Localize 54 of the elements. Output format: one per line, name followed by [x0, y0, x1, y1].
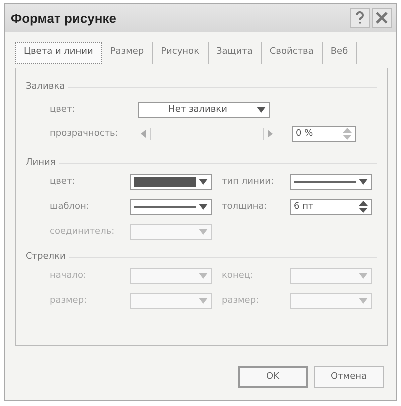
- weight-spinner[interactable]: 6 пт: [290, 199, 372, 215]
- caret-icon: [199, 179, 208, 185]
- dropdown[interactable]: [130, 268, 212, 284]
- tab[interactable]: Размер: [102, 42, 154, 64]
- field-label: шаблон:: [50, 202, 90, 212]
- tab[interactable]: Веб: [322, 42, 358, 64]
- section-title: Линия: [26, 158, 56, 168]
- tab[interactable]: Рисунок: [153, 42, 209, 64]
- field-label: цвет:: [50, 177, 76, 187]
- tab[interactable]: Защита: [208, 42, 262, 64]
- field-label: цвет:: [50, 105, 76, 115]
- transparency-spinner[interactable]: 0 %: [292, 126, 356, 142]
- cancel-button[interactable]: Отмена: [314, 366, 384, 388]
- color-dropdown[interactable]: [130, 174, 212, 190]
- caret-icon: [199, 298, 208, 304]
- arrow-right-icon: [267, 130, 273, 138]
- dropdown[interactable]: [130, 224, 212, 240]
- caret-icon: [257, 107, 266, 113]
- dropdown[interactable]: [290, 268, 372, 284]
- close-button[interactable]: [372, 8, 392, 28]
- fill-color-dropdown[interactable]: Нет заливки: [138, 102, 270, 118]
- section-title: Стрелки: [26, 252, 66, 262]
- field-label: тип линии:: [222, 177, 276, 187]
- help-button[interactable]: [350, 8, 370, 28]
- caret-icon: [359, 298, 368, 304]
- field-label: конец:: [222, 271, 255, 281]
- field-label: прозрачность:: [50, 129, 120, 139]
- line-style-dropdown[interactable]: [290, 174, 372, 190]
- caret-icon: [359, 273, 368, 279]
- window-title: Формат рисунке: [11, 10, 116, 26]
- section-title: Заливка: [26, 82, 66, 92]
- field-label: размер:: [50, 296, 88, 306]
- tab[interactable]: Цвета и линии: [15, 42, 102, 64]
- caret-icon: [199, 273, 208, 279]
- dropdown[interactable]: [130, 293, 212, 309]
- dropdown-value: Нет заливки: [168, 105, 228, 115]
- line-style-dropdown[interactable]: [130, 199, 212, 215]
- tab[interactable]: Свойства: [262, 42, 323, 64]
- line-preview: [134, 206, 196, 208]
- spinner-arrows-icon: [343, 127, 352, 141]
- field-label: соединитель:: [50, 227, 116, 237]
- help-icon: [353, 11, 367, 25]
- field-label: толщина:: [222, 202, 268, 212]
- line-preview: [294, 181, 356, 183]
- arrow-left-icon: [141, 130, 147, 138]
- field-label: начало:: [50, 271, 88, 281]
- field-label: размер:: [222, 296, 260, 306]
- ok-button[interactable]: OK: [238, 366, 308, 388]
- dropdown[interactable]: [290, 293, 372, 309]
- spinner-arrows-icon: [359, 200, 368, 214]
- close-icon: [375, 11, 389, 25]
- caret-icon: [199, 204, 208, 210]
- caret-icon: [359, 179, 368, 185]
- caret-icon: [199, 229, 208, 235]
